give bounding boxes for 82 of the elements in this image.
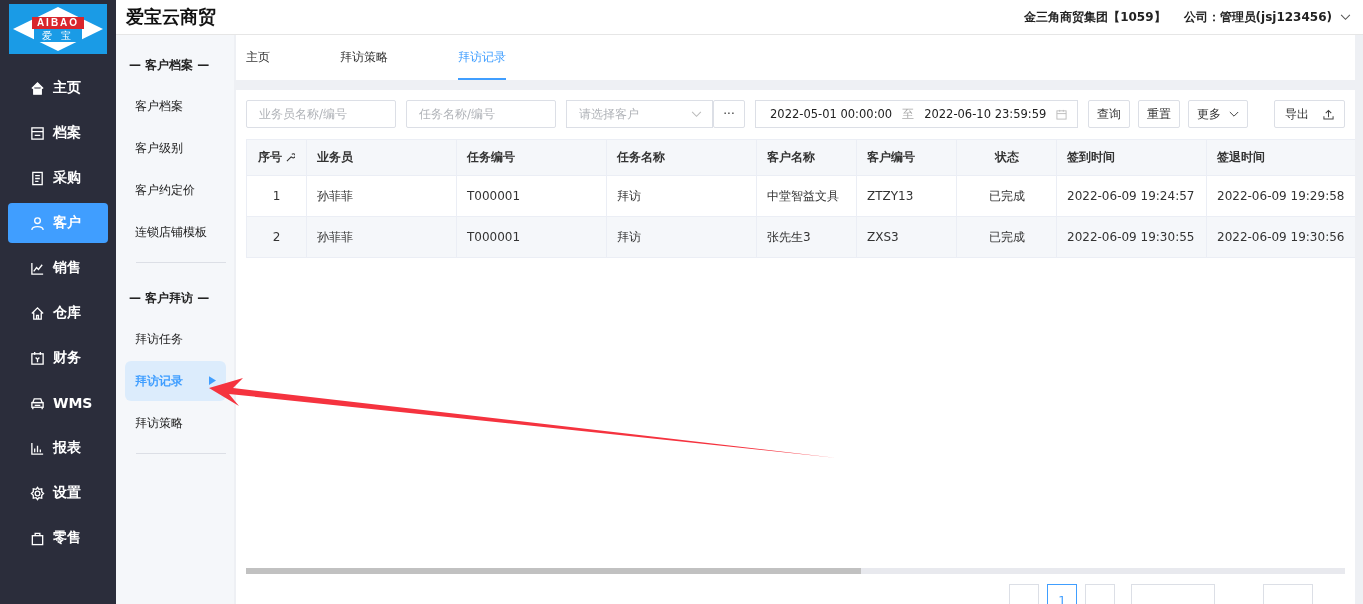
column-header: 签到时间 xyxy=(1056,140,1206,175)
column-header: 客户名称 xyxy=(756,140,856,175)
chevron-down-icon xyxy=(1340,13,1351,21)
nav-item[interactable]: 报表 xyxy=(8,428,108,468)
submenu-item[interactable]: 客户约定价 xyxy=(125,170,226,210)
triangle-right-icon xyxy=(209,376,216,385)
nav-item[interactable]: 仓库 xyxy=(8,293,108,333)
submenu-heading: — 客户拜访 — xyxy=(128,290,211,307)
nav-item[interactable]: WMS xyxy=(8,383,108,423)
column-header: 任务编号 xyxy=(456,140,606,175)
scrollbar-thumb[interactable] xyxy=(246,568,861,574)
table-cell: 拜访 xyxy=(606,176,756,216)
page-tab[interactable]: 主页 xyxy=(246,35,270,80)
table-cell: 已完成 xyxy=(956,217,1056,257)
table-cell: T000001 xyxy=(456,217,606,257)
column-header: 业务员 xyxy=(306,140,456,175)
submenu-item[interactable]: 拜访任务 xyxy=(125,319,226,359)
nav-item[interactable]: 设置 xyxy=(8,473,108,513)
table-cell: 2022-06-09 19:24:57 xyxy=(1056,176,1206,216)
column-header: 任务名称 xyxy=(606,140,756,175)
user-menu[interactable]: 公司：管理员(jsj123456) xyxy=(1183,8,1351,26)
nav-item[interactable]: 财务 xyxy=(8,338,108,378)
bag-icon xyxy=(30,530,45,546)
table-cell: 2022-06-09 19:30:56 xyxy=(1206,217,1355,257)
column-header: 签退时间 xyxy=(1206,140,1355,175)
document-icon xyxy=(30,170,45,186)
calendar-icon xyxy=(30,350,45,366)
chevron-down-icon xyxy=(1229,110,1240,118)
table-cell: 2022-06-09 19:29:58 xyxy=(1206,176,1355,216)
submenu-heading: — 客户档案 — xyxy=(128,57,211,74)
table-cell: ZTZY13 xyxy=(856,176,956,216)
calendar-icon xyxy=(1056,108,1068,120)
table-cell: 1 xyxy=(246,176,306,216)
table-cell: 已完成 xyxy=(956,176,1056,216)
house-icon xyxy=(30,305,45,321)
column-header: 序号 xyxy=(246,140,306,175)
nav-item[interactable]: 零售 xyxy=(8,518,108,558)
archive-icon xyxy=(30,125,45,141)
table-cell: 张先生3 xyxy=(756,217,856,257)
submenu-item[interactable]: 客户级别 xyxy=(125,128,226,168)
table-cell: 拜访 xyxy=(606,217,756,257)
page-jump-field[interactable] xyxy=(1263,584,1313,604)
column-header: 状态 xyxy=(956,140,1056,175)
page-tab[interactable]: 拜访策略 xyxy=(340,35,388,80)
nav-item[interactable]: 采购 xyxy=(8,158,108,198)
nav-item[interactable]: 销售 xyxy=(8,248,108,288)
aibao-logo: AIBAO 爱 宝 xyxy=(9,4,107,54)
settings-icon xyxy=(30,485,45,501)
nav-item[interactable]: 档案 xyxy=(8,113,108,153)
next-page-button[interactable] xyxy=(1085,584,1115,604)
filter-button[interactable]: 重置 xyxy=(1138,100,1181,128)
more-button[interactable]: 更多 xyxy=(1188,100,1249,128)
table-cell: ZXS3 xyxy=(856,217,956,257)
column-header: 客户编号 xyxy=(856,140,956,175)
app-title: 爱宝云商贸 xyxy=(126,5,216,29)
wrench-icon xyxy=(286,153,295,162)
table-cell: 中堂智益文具 xyxy=(756,176,856,216)
table-cell: 孙菲菲 xyxy=(306,176,456,216)
line-chart-icon xyxy=(30,260,45,276)
company-name: 金三角商贸集团【1059】 xyxy=(1024,8,1166,26)
home-icon xyxy=(30,80,45,96)
more-picker-button[interactable]: ··· xyxy=(713,100,745,128)
nav-item[interactable]: 主页 xyxy=(8,68,108,108)
user-icon xyxy=(30,215,45,231)
page-size-select[interactable] xyxy=(1131,584,1215,604)
chevron-down-icon xyxy=(691,110,702,118)
date-range-field[interactable]: 2022-05-01 00:00:00 至 2022-06-10 23:59:59 xyxy=(755,100,1079,128)
bar-chart-icon xyxy=(30,440,45,456)
submenu-item[interactable]: 客户档案 xyxy=(125,86,226,126)
export-button[interactable]: 导出 xyxy=(1274,100,1345,128)
table-cell: T000001 xyxy=(456,176,606,216)
upload-icon xyxy=(1323,108,1334,120)
car-icon xyxy=(30,395,45,411)
task-search-field[interactable]: 任务名称/编号 xyxy=(406,100,556,128)
table-cell: 孙菲菲 xyxy=(306,217,456,257)
table-cell: 2 xyxy=(246,217,306,257)
submenu-item[interactable]: 拜访策略 xyxy=(125,403,226,443)
filter-button[interactable]: 查询 xyxy=(1088,100,1131,128)
submenu-item[interactable]: 连锁店铺模板 xyxy=(125,212,226,252)
table-cell: 2022-06-09 19:30:55 xyxy=(1056,217,1206,257)
salesman-search-field[interactable]: 业务员名称/编号 xyxy=(246,100,396,128)
previous-page-button[interactable] xyxy=(1009,584,1039,604)
